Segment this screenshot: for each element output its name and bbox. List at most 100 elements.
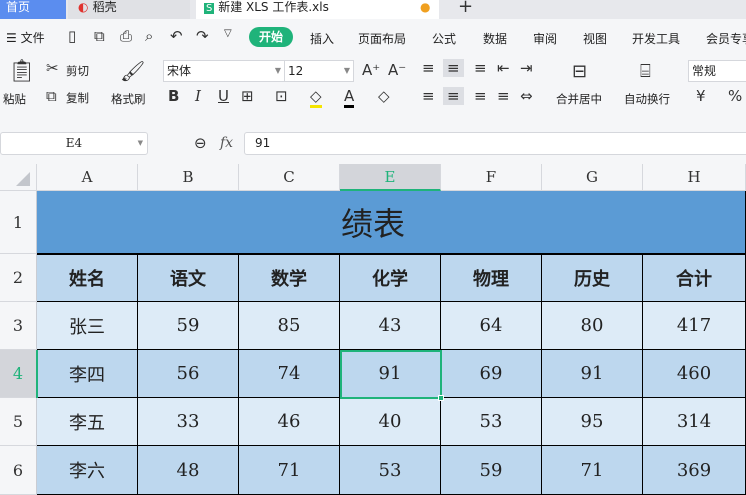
tab-home-ribbon[interactable]: 开始 <box>249 27 293 47</box>
table-cell[interactable]: 李四 <box>37 350 138 398</box>
title-cell[interactable]: 成绩表 <box>37 191 746 254</box>
align-left-icon[interactable]: ≡ <box>422 87 435 105</box>
table-cell[interactable]: 46 <box>239 398 340 446</box>
tab-page-layout[interactable]: 页面布局 <box>358 30 406 47</box>
tab-insert[interactable]: 插入 <box>310 30 334 47</box>
header-cell[interactable]: 姓名 <box>37 254 138 302</box>
table-cell[interactable]: 85 <box>239 302 340 350</box>
tab-docer[interactable]: ◐ 稻壳 <box>68 0 190 19</box>
format-painter-icon[interactable]: 🖌︎ <box>120 59 145 83</box>
tab-formulas[interactable]: 公式 <box>432 30 456 47</box>
table-cell[interactable]: 59 <box>441 446 542 495</box>
paste-icon[interactable]: 📋︎ <box>8 59 36 84</box>
table-cell[interactable]: 53 <box>340 446 441 495</box>
table-cell[interactable]: 369 <box>643 446 746 495</box>
align-right-icon[interactable]: ≡ <box>474 87 487 105</box>
paste-button[interactable]: 粘贴 <box>3 91 26 107</box>
table-cell[interactable]: 69 <box>441 350 542 398</box>
table-cell[interactable]: 33 <box>138 398 239 446</box>
table-cell[interactable]: 40 <box>340 398 441 446</box>
row-header-5[interactable]: 5 <box>0 398 37 446</box>
table-cell[interactable]: 43 <box>340 302 441 350</box>
copy-icon[interactable]: ⧉ <box>46 87 57 105</box>
column-header-H[interactable]: H <box>643 164 746 191</box>
export-icon[interactable]: ⧉ <box>94 27 105 45</box>
select-all-corner[interactable] <box>0 164 37 191</box>
table-cell[interactable]: 74 <box>239 350 340 398</box>
copy-button[interactable]: 复制 <box>66 90 89 106</box>
align-top-icon[interactable]: ≡ <box>422 59 435 77</box>
table-cell[interactable]: 李五 <box>37 398 138 446</box>
more-chevron-icon[interactable]: ▽ <box>224 28 232 39</box>
column-header-A[interactable]: A <box>37 164 138 191</box>
new-tab-button[interactable]: + <box>452 0 472 19</box>
fill-handle[interactable] <box>438 395 444 401</box>
tab-member[interactable]: 会员专享 <box>706 30 746 47</box>
table-cell[interactable]: 48 <box>138 446 239 495</box>
tab-developer[interactable]: 开发工具 <box>632 30 680 47</box>
table-cell[interactable]: 李六 <box>37 446 138 495</box>
merge-icon[interactable]: ⊟ <box>572 61 587 82</box>
column-header-C[interactable]: C <box>239 164 340 191</box>
wrap-text-icon[interactable]: ⌸ <box>640 61 651 82</box>
align-center-icon[interactable]: ≡ <box>443 87 464 105</box>
row-header-4[interactable]: 4 <box>0 350 37 398</box>
table-cell[interactable]: 80 <box>542 302 643 350</box>
tab-view[interactable]: 视图 <box>583 30 607 47</box>
table-cell[interactable]: 460 <box>643 350 746 398</box>
distribute-icon[interactable]: ⇔ <box>520 87 533 105</box>
font-color-icon[interactable]: A <box>344 87 355 108</box>
header-cell[interactable]: 数学 <box>239 254 340 302</box>
tab-data[interactable]: 数据 <box>483 30 507 47</box>
column-header-E[interactable]: E <box>340 164 441 191</box>
decrease-font-icon[interactable]: A⁻ <box>388 61 406 79</box>
justify-icon[interactable]: ≡ <box>497 87 510 105</box>
align-bottom-icon[interactable]: ≡ <box>474 59 487 77</box>
row-header-6[interactable]: 6 <box>0 446 37 495</box>
row-header-3[interactable]: 3 <box>0 302 37 350</box>
format-painter-button[interactable]: 格式刷 <box>111 91 146 107</box>
table-cell[interactable]: 71 <box>542 446 643 495</box>
table-cell[interactable]: 59 <box>138 302 239 350</box>
bold-icon[interactable]: B <box>168 87 179 105</box>
table-cell[interactable]: 95 <box>542 398 643 446</box>
header-cell[interactable]: 语文 <box>138 254 239 302</box>
file-menu[interactable]: ☰ 文件 <box>6 29 45 46</box>
font-size-select[interactable]: 12 ▼ <box>284 60 354 82</box>
cell-style-icon[interactable]: ⊡ <box>275 87 288 105</box>
currency-button[interactable]: ¥ <box>696 87 706 105</box>
table-cell[interactable]: 53 <box>441 398 542 446</box>
table-cell[interactable]: 417 <box>643 302 746 350</box>
column-header-F[interactable]: F <box>441 164 542 191</box>
save-icon[interactable]: ▯ <box>68 27 76 45</box>
row-header-1[interactable]: 1 <box>0 191 37 254</box>
wrap-text-button[interactable]: 自动换行 <box>624 91 670 107</box>
indent-icon[interactable]: ⇥ <box>520 59 533 77</box>
print-icon[interactable]: ⎙ <box>120 27 132 45</box>
tab-review[interactable]: 审阅 <box>533 30 557 47</box>
fx-icon[interactable]: fx <box>220 135 233 151</box>
header-cell[interactable]: 合计 <box>643 254 746 302</box>
italic-icon[interactable]: I <box>195 87 201 105</box>
table-cell[interactable]: 314 <box>643 398 746 446</box>
cut-button[interactable]: 剪切 <box>66 63 89 79</box>
align-middle-icon[interactable]: ≡ <box>443 59 464 77</box>
header-cell[interactable]: 历史 <box>542 254 643 302</box>
undo-icon[interactable]: ↶ <box>170 27 183 45</box>
table-cell[interactable]: 张三 <box>37 302 138 350</box>
table-cell[interactable]: 64 <box>441 302 542 350</box>
zoom-icon[interactable]: ⊖ <box>194 134 207 152</box>
table-cell[interactable]: 91 <box>542 350 643 398</box>
column-header-B[interactable]: B <box>138 164 239 191</box>
clear-icon[interactable]: ◇ <box>378 87 390 105</box>
header-cell[interactable]: 物理 <box>441 254 542 302</box>
header-cell[interactable]: 化学 <box>340 254 441 302</box>
tab-home[interactable]: 首页 <box>0 0 66 19</box>
increase-font-icon[interactable]: A⁺ <box>362 61 380 79</box>
outdent-icon[interactable]: ⇤ <box>497 59 510 77</box>
column-header-G[interactable]: G <box>542 164 643 191</box>
row-header-2[interactable]: 2 <box>0 254 37 302</box>
redo-icon[interactable]: ↷ <box>196 27 209 45</box>
print-preview-icon[interactable]: ⌕ <box>145 27 153 45</box>
number-format-select[interactable]: 常规 <box>688 60 746 82</box>
